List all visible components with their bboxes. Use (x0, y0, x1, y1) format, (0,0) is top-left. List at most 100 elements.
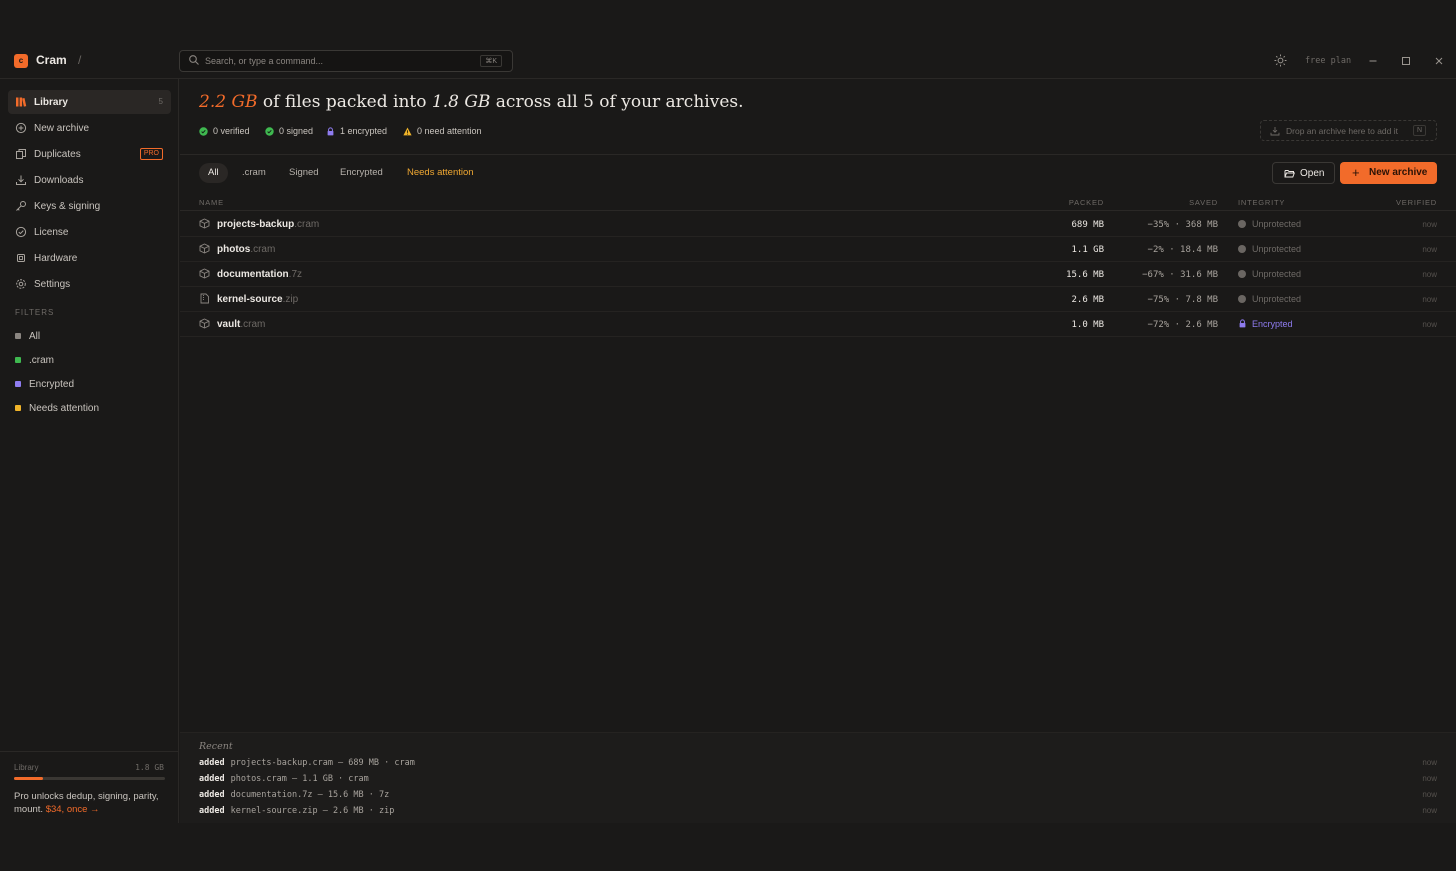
minimize-icon[interactable] (1367, 55, 1379, 67)
table-row[interactable]: kernel-source.zip 2.6 MB −75% · 7.8 MB U… (180, 287, 1456, 312)
tab-encrypted[interactable]: Encrypted (331, 163, 392, 183)
verified-time: now (1422, 320, 1437, 329)
integrity-label: Unprotected (1252, 294, 1302, 304)
table-row[interactable]: projects-backup.cram 689 MB −35% · 368 M… (180, 212, 1456, 237)
recent-time: now (1422, 758, 1437, 767)
stat-text: 0 verified (213, 126, 250, 136)
drop-zone[interactable]: Drop an archive here to add it N (1260, 120, 1437, 141)
status-dot (1238, 245, 1246, 253)
archive-basename: vault (217, 319, 241, 330)
sidebar-item-library[interactable]: Library 5 (8, 90, 171, 114)
filter-label: Encrypted (29, 379, 75, 390)
gear-icon (16, 279, 26, 289)
packed-size: 1.0 MB (1071, 320, 1104, 330)
column-header-packed[interactable]: PACKED (1069, 198, 1104, 207)
recent-item: added photos.cram — 1.1 GB · cram (199, 773, 369, 785)
tab-all[interactable]: All (199, 163, 228, 183)
sidebar-item-license[interactable]: License (8, 220, 171, 244)
download-icon (1270, 127, 1280, 136)
open-button[interactable]: Open (1272, 162, 1335, 184)
packed-size: 15.6 MB (1066, 270, 1104, 280)
status-dot (1238, 295, 1246, 303)
title-bar: c Cram / Search, or type a command... ⌘K… (0, 44, 1456, 79)
verified-time: now (1422, 245, 1437, 254)
archive-basename: kernel-source (217, 294, 283, 305)
column-header-integrity[interactable]: INTEGRITY (1238, 198, 1285, 207)
box-icon (199, 243, 210, 254)
archive-extension: .cram (294, 219, 320, 230)
tab-cram[interactable]: .cram (233, 163, 275, 183)
download-icon (16, 175, 26, 185)
archive-basename: photos (217, 244, 251, 255)
column-header-name[interactable]: NAME (199, 198, 224, 207)
verified-time: now (1422, 295, 1437, 304)
tab-needs-attention[interactable]: Needs attention (398, 163, 483, 183)
sidebar-item-new-archive[interactable]: New archive (8, 116, 171, 140)
table-row[interactable]: photos.cram 1.1 GB −2% · 18.4 MB Unprote… (180, 237, 1456, 262)
sidebar-item-label: Duplicates (34, 149, 81, 160)
recent-activity-panel: Recent added projects-backup.cram — 689 M… (180, 732, 1456, 823)
archive-extension: .cram (250, 244, 276, 255)
saved-amount: −75% · 7.8 MB (1147, 295, 1218, 305)
tab-signed[interactable]: Signed (280, 163, 328, 183)
sidebar: Library 5 New archive Duplicates PRO Dow… (0, 79, 179, 823)
sidebar-item-settings[interactable]: Settings (8, 272, 171, 296)
chip-icon (17, 254, 25, 262)
table-row[interactable]: documentation.7z 15.6 MB −67% · 31.6 MB … (180, 262, 1456, 287)
search-input[interactable]: Search, or type a command... (205, 56, 323, 66)
window-bottom-strip (0, 823, 1456, 871)
saved-amount: −67% · 31.6 MB (1142, 270, 1218, 280)
usage-size: 1.8 GB (135, 763, 164, 772)
new-archive-button[interactable]: + New archive (1340, 162, 1437, 184)
close-icon[interactable] (1433, 55, 1445, 67)
breadcrumb-separator: / (78, 53, 82, 67)
plan-label[interactable]: free plan (1305, 56, 1351, 66)
status-dot (1238, 220, 1246, 228)
plus-circle-icon (15, 122, 27, 134)
pro-upgrade-link[interactable]: $34, once → (46, 804, 100, 815)
recent-detail: projects-backup.cram — 689 MB · cram (230, 758, 415, 768)
lock-icon (1239, 319, 1246, 328)
table-row[interactable]: vault.cram 1.0 MB −72% · 2.6 MB Encrypte… (180, 312, 1456, 337)
key-icon (16, 201, 26, 211)
theme-toggle-icon[interactable] (1274, 54, 1287, 67)
sidebar-item-hardware[interactable]: Hardware (8, 246, 171, 270)
filter-dot (15, 381, 21, 387)
command-search[interactable]: Search, or type a command... ⌘K (179, 50, 513, 72)
packed-size: 1.1 GB (1071, 245, 1104, 255)
verified-time: now (1422, 220, 1437, 229)
usage-label: Library (14, 763, 39, 772)
headline-part1: of files packed into (262, 92, 427, 112)
filter-dot (15, 357, 21, 363)
main-content: 2.2 GB of files packed into 1.8 GB acros… (180, 79, 1456, 823)
saved-amount: −2% · 18.4 MB (1147, 245, 1218, 255)
sidebar-item-label: Downloads (34, 175, 84, 186)
recent-detail: documentation.7z — 15.6 MB · 7z (230, 790, 390, 800)
filter-label: .cram (29, 355, 54, 366)
lock-icon (327, 127, 334, 136)
sidebar-item-label: Keys & signing (34, 201, 101, 212)
maximize-icon[interactable] (1400, 55, 1412, 67)
sidebar-item-label: Settings (34, 279, 71, 290)
sidebar-item-downloads[interactable]: Downloads (8, 168, 171, 192)
recent-time: now (1422, 774, 1437, 783)
archive-name: vault.cram (217, 319, 265, 330)
sidebar-item-label: Library (34, 97, 68, 108)
pro-promo: Pro unlocks dedup, signing, parity, moun… (14, 790, 169, 816)
recent-heading: Recent (199, 741, 233, 752)
column-header-verified[interactable]: VERIFIED (1396, 198, 1437, 207)
recent-item: added kernel-source.zip — 2.6 MB · zip (199, 805, 394, 817)
column-header-saved[interactable]: SAVED (1189, 198, 1218, 207)
app-name[interactable]: Cram (36, 53, 67, 67)
filter-label: All (29, 331, 41, 342)
sidebar-item-keys-signing[interactable]: Keys & signing (8, 194, 171, 218)
sidebar-item-duplicates[interactable]: Duplicates PRO (8, 142, 171, 166)
archive-name: kernel-source.zip (217, 294, 298, 305)
filter-label: Needs attention (29, 403, 100, 414)
saved-amount: −72% · 2.6 MB (1147, 320, 1218, 330)
library-icon (16, 97, 27, 107)
header-divider (180, 154, 1456, 155)
app-logo: c (14, 54, 28, 68)
filters-heading: FILTERS (15, 308, 55, 317)
recent-time: now (1422, 806, 1437, 815)
